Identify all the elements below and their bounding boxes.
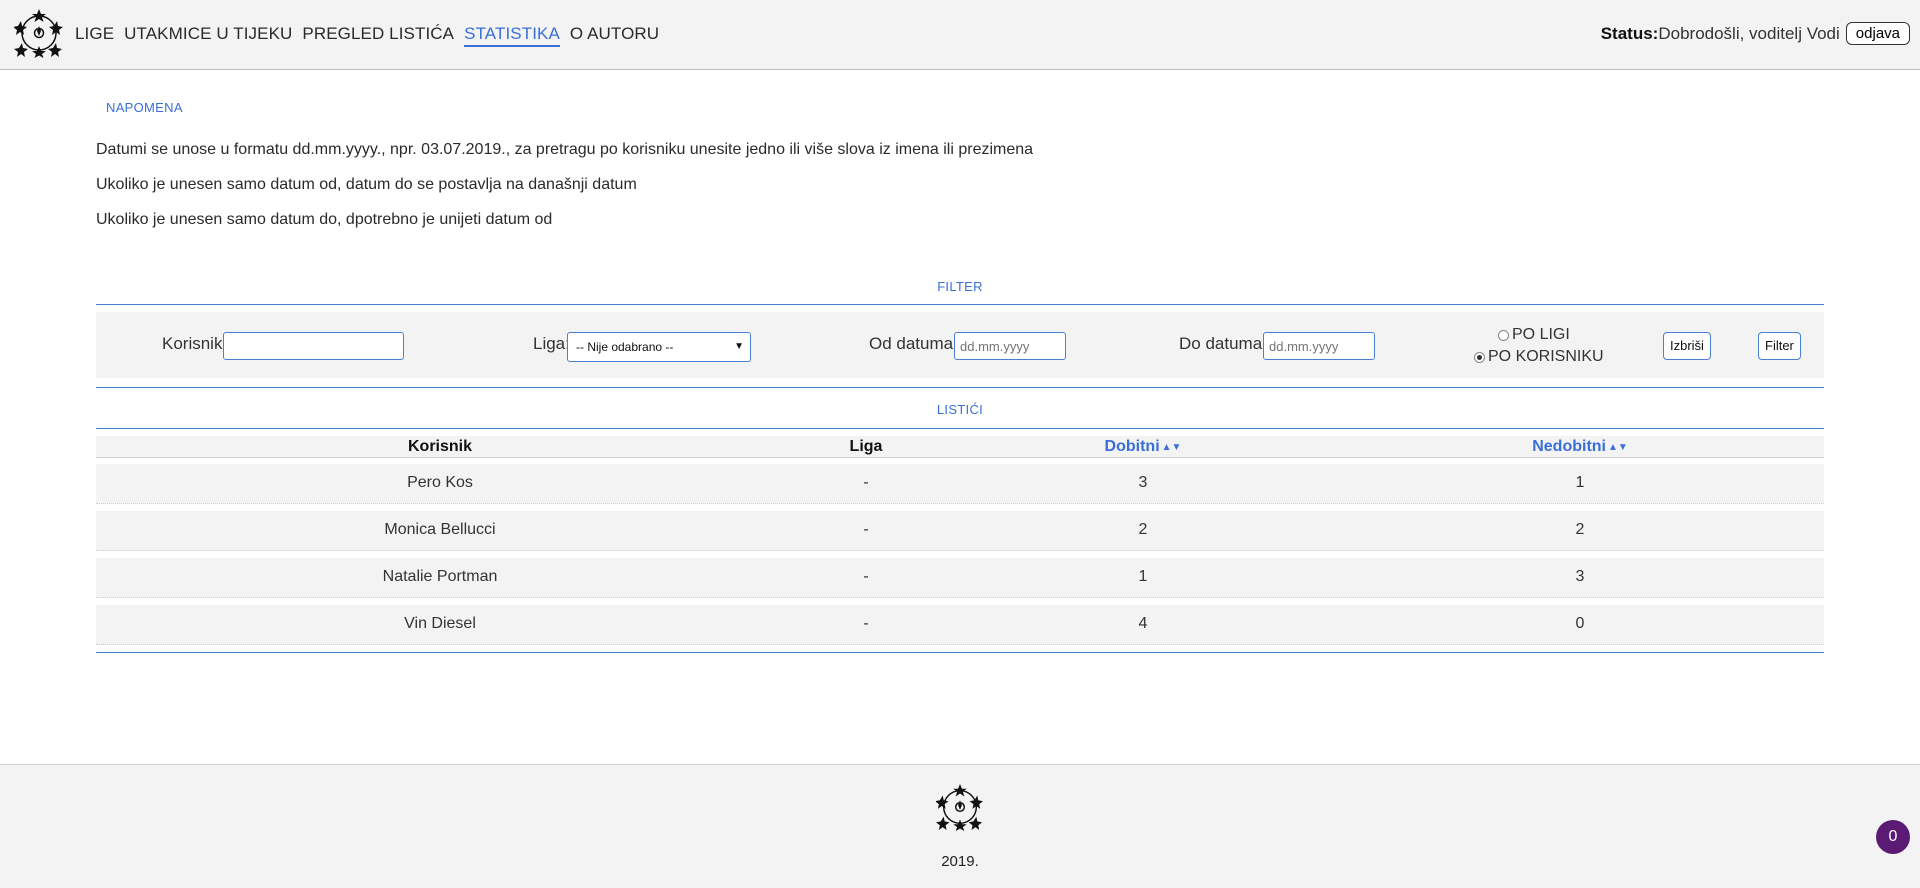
logout-button[interactable]: odjava (1845, 22, 1910, 45)
cell-losses: 2 (1575, 521, 1585, 538)
cell-league: - (863, 615, 869, 632)
radio-unchecked-icon (1498, 329, 1509, 341)
column-liga: Liga (849, 438, 883, 455)
table-row: Monica Bellucci - 2 2 (96, 511, 1824, 551)
delete-button[interactable]: Izbriši (1663, 332, 1711, 360)
caret-down-icon: ▼ (734, 341, 744, 352)
user-filter-label: Korisnik: (162, 334, 228, 353)
cell-losses: 0 (1575, 615, 1585, 632)
table-row: Pero Kos - 3 1 (96, 464, 1824, 504)
cell-wins: 2 (1138, 521, 1148, 538)
table-row: Natalie Portman - 1 3 (96, 558, 1824, 598)
column-nedobitni-label: Nedobitni (1532, 438, 1606, 455)
league-select-value: -- Nije odabrano -- (576, 340, 674, 354)
filter-button[interactable]: Filter (1758, 332, 1801, 360)
cell-losses: 3 (1575, 568, 1585, 585)
footer-year: 2019. (941, 853, 979, 870)
footer: 2019. (0, 764, 1920, 888)
notification-badge[interactable]: 0 (1876, 820, 1910, 854)
radio-po-ligi-label: PO LIGI (1512, 326, 1570, 343)
cell-user: Natalie Portman (382, 568, 498, 585)
table-row: Vin Diesel - 4 0 (96, 605, 1824, 645)
cell-league: - (863, 568, 869, 585)
column-dobitni-label: Dobitni (1104, 438, 1160, 455)
note-line-1: Datumi se unose u formatu dd.mm.yyyy., n… (96, 141, 1034, 158)
radio-checked-icon (1474, 351, 1485, 363)
radio-po-ligi[interactable]: PO LIGI (1498, 326, 1570, 344)
cell-wins: 4 (1138, 615, 1148, 632)
nav-item-lige[interactable]: LIGE (75, 24, 114, 47)
to-date-label: Do datuma: (1179, 334, 1267, 353)
cell-user: Monica Bellucci (384, 521, 496, 538)
to-date-input[interactable] (1263, 332, 1375, 360)
user-filter-input[interactable] (223, 332, 404, 360)
slips-bottom-divider (96, 652, 1824, 653)
user-status: Status: Dobrodošli, voditelj Vodi odjava (1601, 22, 1910, 45)
table-header: Korisnik Liga Dobitni ▲▼ Nedobitni ▲▼ (96, 436, 1824, 458)
status-label: Status: (1600, 23, 1659, 43)
column-dobitni[interactable]: Dobitni ▲▼ (1105, 438, 1182, 456)
cell-user: Vin Diesel (404, 615, 476, 632)
slips-title: LISTIĆI (936, 402, 984, 417)
cell-league: - (863, 474, 869, 491)
cell-wins: 1 (1138, 568, 1148, 585)
main-nav: LIGE UTAKMICE U TIJEKU PREGLED LISTIĆA S… (75, 24, 669, 47)
radio-po-korisniku-label: PO KORISNIKU (1488, 348, 1604, 365)
status-text: Dobrodošli, voditelj Vodi (1658, 23, 1840, 43)
note-title: NAPOMENA (106, 100, 183, 115)
filter-top-divider (96, 304, 1824, 305)
nav-item-utakmice-u-tijeku[interactable]: UTAKMICE U TIJEKU (124, 24, 292, 47)
sort-icon: ▲▼ (1161, 442, 1182, 453)
cell-losses: 1 (1575, 474, 1585, 491)
sort-icon: ▲▼ (1607, 442, 1628, 453)
league-filter-label: Liga: (533, 334, 570, 353)
filter-bottom-divider (96, 387, 1824, 388)
filter-title: FILTER (937, 279, 983, 294)
radio-po-korisniku[interactable]: PO KORISNIKU (1474, 348, 1604, 366)
cell-league: - (863, 521, 869, 538)
slips-top-divider (96, 428, 1824, 429)
champions-league-logo-icon[interactable] (14, 8, 64, 58)
league-select[interactable]: -- Nije odabrano -- ▼ (567, 332, 751, 362)
nav-item-pregled-listica[interactable]: PREGLED LISTIĆA (302, 24, 454, 47)
note-line-2: Ukoliko je unesen samo datum od, datum d… (96, 176, 637, 193)
filter-bar: Korisnik: Liga: -- Nije odabrano -- ▼ Od… (96, 312, 1824, 378)
from-date-input[interactable] (954, 332, 1066, 360)
note-line-3: Ukoliko je unesen samo datum do, dpotreb… (96, 211, 553, 228)
column-korisnik: Korisnik (407, 438, 473, 455)
cell-wins: 3 (1138, 474, 1148, 491)
nav-item-statistika[interactable]: STATISTIKA (464, 24, 560, 47)
champions-league-logo-icon (936, 783, 984, 831)
cell-user: Pero Kos (407, 474, 473, 491)
top-navbar: LIGE UTAKMICE U TIJEKU PREGLED LISTIĆA S… (0, 0, 1920, 70)
from-date-label: Od datuma: (869, 334, 958, 353)
nav-item-o-autoru[interactable]: O AUTORU (570, 24, 659, 47)
column-nedobitni[interactable]: Nedobitni ▲▼ (1532, 438, 1628, 456)
